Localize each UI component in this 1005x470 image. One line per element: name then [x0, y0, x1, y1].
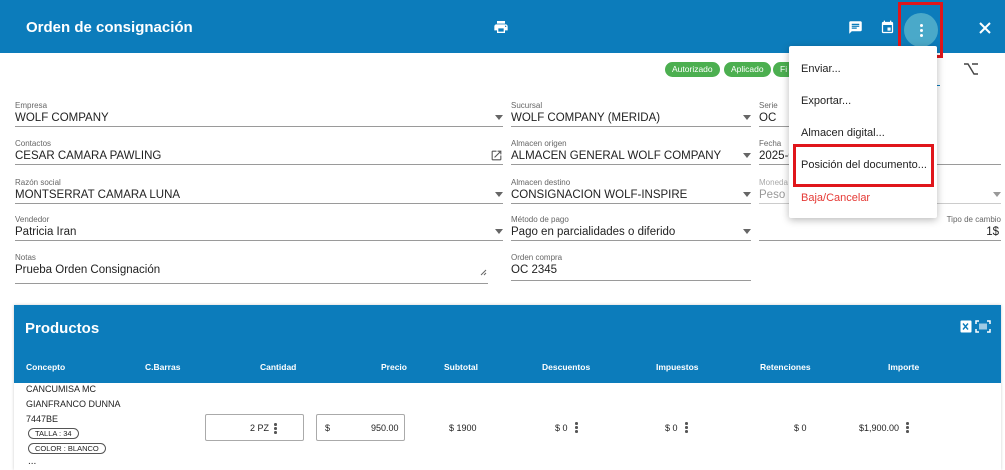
attribute-tag: TALLA : 34 — [28, 428, 79, 439]
kebab-icon[interactable] — [906, 422, 909, 434]
calendar-icon[interactable] — [880, 20, 895, 35]
empresa-label: Empresa — [15, 101, 48, 110]
excel-icon[interactable] — [960, 320, 972, 338]
contactos-label: Contactos — [15, 139, 52, 148]
serie-field[interactable]: Serie OC — [759, 101, 789, 127]
tipo-cambio-label: Tipo de cambio — [946, 215, 1001, 224]
almacen-destino-select[interactable]: Almacen destino CONSIGNACION WOLF-INSPIR… — [511, 178, 751, 204]
metodo-pago-label: Método de pago — [511, 215, 569, 224]
kebab-icon[interactable] — [685, 422, 688, 434]
almacen-origen-value: ALMACEN GENERAL WOLF COMPANY — [511, 150, 722, 162]
razon-social-value: MONTSERRAT CAMARA LUNA — [15, 189, 181, 201]
status-chip-autorizado: Autorizado — [665, 62, 720, 77]
empresa-select[interactable]: Empresa WOLF COMPANY — [15, 101, 503, 127]
menu-item-almacen-digital[interactable]: Almacen digital... — [801, 127, 885, 139]
vendedor-value: Patricia Iran — [15, 226, 77, 238]
vendedor-label: Vendedor — [15, 215, 50, 224]
page-title: Orden de consignación — [26, 19, 193, 36]
col-header-impuestos[interactable]: Impuestos — [656, 362, 699, 372]
print-icon[interactable] — [493, 19, 509, 35]
col-header-importe[interactable]: Importe — [888, 362, 919, 372]
col-header-cbarras[interactable]: C.Barras — [145, 362, 180, 372]
metodo-pago-value: Pago en parcialidades o diferido — [511, 226, 676, 238]
col-header-cantidad[interactable]: Cantidad — [260, 362, 296, 372]
orden-compra-value: OC 2345 — [511, 264, 558, 276]
col-header-concepto[interactable]: Concepto — [26, 362, 65, 372]
menu-item-baja-cancelar[interactable]: Baja/Cancelar — [801, 192, 870, 204]
notas-label: Notas — [15, 253, 36, 262]
sucursal-value: WOLF COMPANY (MERIDA) — [511, 112, 661, 124]
dropdown-arrow-icon — [495, 192, 503, 197]
tipo-cambio-value: 1$ — [986, 226, 999, 238]
notas-textarea[interactable]: Notas Prueba Orden Consignación — [15, 253, 488, 284]
concepto-line: CANCUMISA MC — [26, 384, 97, 394]
impuestos-value: $ 0 — [665, 423, 678, 433]
menu-item-enviar[interactable]: Enviar... — [801, 63, 841, 75]
dropdown-arrow-icon — [495, 229, 503, 234]
more-options-menu: Enviar... Exportar... Almacen digital...… — [789, 46, 937, 218]
option-key-icon[interactable] — [963, 62, 979, 76]
serie-value: OC — [759, 112, 777, 124]
almacen-origen-label: Almacen origen — [511, 139, 567, 148]
col-header-descuentos[interactable]: Descuentos — [542, 362, 590, 372]
orden-compra-field[interactable]: Orden compra OC 2345 — [511, 253, 751, 281]
dropdown-arrow-icon — [743, 115, 751, 120]
serie-label: Serie — [759, 101, 778, 110]
status-chip-aplicado: Aplicado — [724, 62, 771, 77]
col-header-retenciones[interactable]: Retenciones — [760, 362, 811, 372]
kebab-icon[interactable] — [274, 423, 277, 435]
vendedor-select[interactable]: Vendedor Patricia Iran — [15, 215, 503, 241]
comment-icon[interactable] — [848, 20, 863, 35]
sucursal-select[interactable]: Sucursal WOLF COMPANY (MERIDA) — [511, 101, 751, 127]
more-attributes[interactable]: ... — [28, 456, 36, 467]
barcode-scan-icon[interactable] — [975, 320, 991, 338]
metodo-pago-select[interactable]: Método de pago Pago en parcialidades o d… — [511, 215, 751, 241]
productos-title: Productos — [25, 320, 100, 337]
almacen-origen-select[interactable]: Almacen origen ALMACEN GENERAL WOLF COMP… — [511, 139, 751, 165]
precio-currency: $ — [325, 423, 331, 433]
concepto-line: 7447BE — [26, 414, 59, 424]
razon-social-label: Razón social — [15, 178, 61, 187]
contactos-value: CESAR CAMARA PAWLING — [15, 150, 162, 162]
orden-compra-label: Orden compra — [511, 253, 563, 262]
razon-social-select[interactable]: Razón social MONTSERRAT CAMARA LUNA — [15, 178, 503, 204]
precio-input[interactable]: $ 950.00 — [316, 414, 405, 441]
menu-highlight-box — [793, 144, 934, 187]
productos-header: Productos Concepto C.Barras Cantidad Pre… — [14, 305, 1001, 383]
kebab-icon[interactable] — [575, 422, 578, 434]
productos-panel: Productos Concepto C.Barras Cantidad Pre… — [14, 305, 1001, 470]
dropdown-arrow-icon — [743, 229, 751, 234]
notas-value: Prueba Orden Consignación — [15, 264, 161, 276]
subtotal-value: $ 1900 — [449, 423, 477, 433]
sucursal-label: Sucursal — [511, 101, 543, 110]
empresa-value: WOLF COMPANY — [15, 112, 109, 124]
fecha-label: Fecha — [759, 139, 782, 148]
concepto-line: GIANFRANCO DUNNA — [26, 399, 121, 409]
col-header-precio[interactable]: Precio — [381, 362, 407, 372]
menu-item-exportar[interactable]: Exportar... — [801, 95, 851, 107]
dropdown-arrow-icon — [743, 192, 751, 197]
descuentos-value: $ 0 — [555, 423, 568, 433]
col-header-subtotal[interactable]: Subtotal — [444, 362, 478, 372]
dropdown-arrow-icon — [495, 115, 503, 120]
tipo-cambio-field[interactable]: Tipo de cambio 1$ — [759, 215, 1001, 241]
precio-value: 950.00 — [371, 423, 399, 433]
almacen-destino-label: Almacen destino — [511, 178, 571, 187]
moneda-label: Moneda — [759, 178, 788, 187]
contactos-field[interactable]: Contactos CESAR CAMARA PAWLING — [15, 139, 503, 165]
importe-value: $1,900.00 — [859, 423, 900, 433]
attribute-tag: COLOR : BLANCO — [28, 443, 106, 454]
dropdown-arrow-icon — [743, 153, 751, 158]
almacen-destino-value: CONSIGNACION WOLF-INSPIRE — [511, 189, 688, 201]
dropdown-arrow-icon — [993, 192, 1001, 197]
close-icon[interactable] — [979, 22, 991, 34]
retenciones-value: $ 0 — [794, 423, 807, 433]
cantidad-input[interactable]: 2 PZ — [205, 414, 304, 441]
cantidad-value: 2 PZ — [250, 423, 270, 433]
resize-handle-icon[interactable] — [480, 263, 487, 281]
